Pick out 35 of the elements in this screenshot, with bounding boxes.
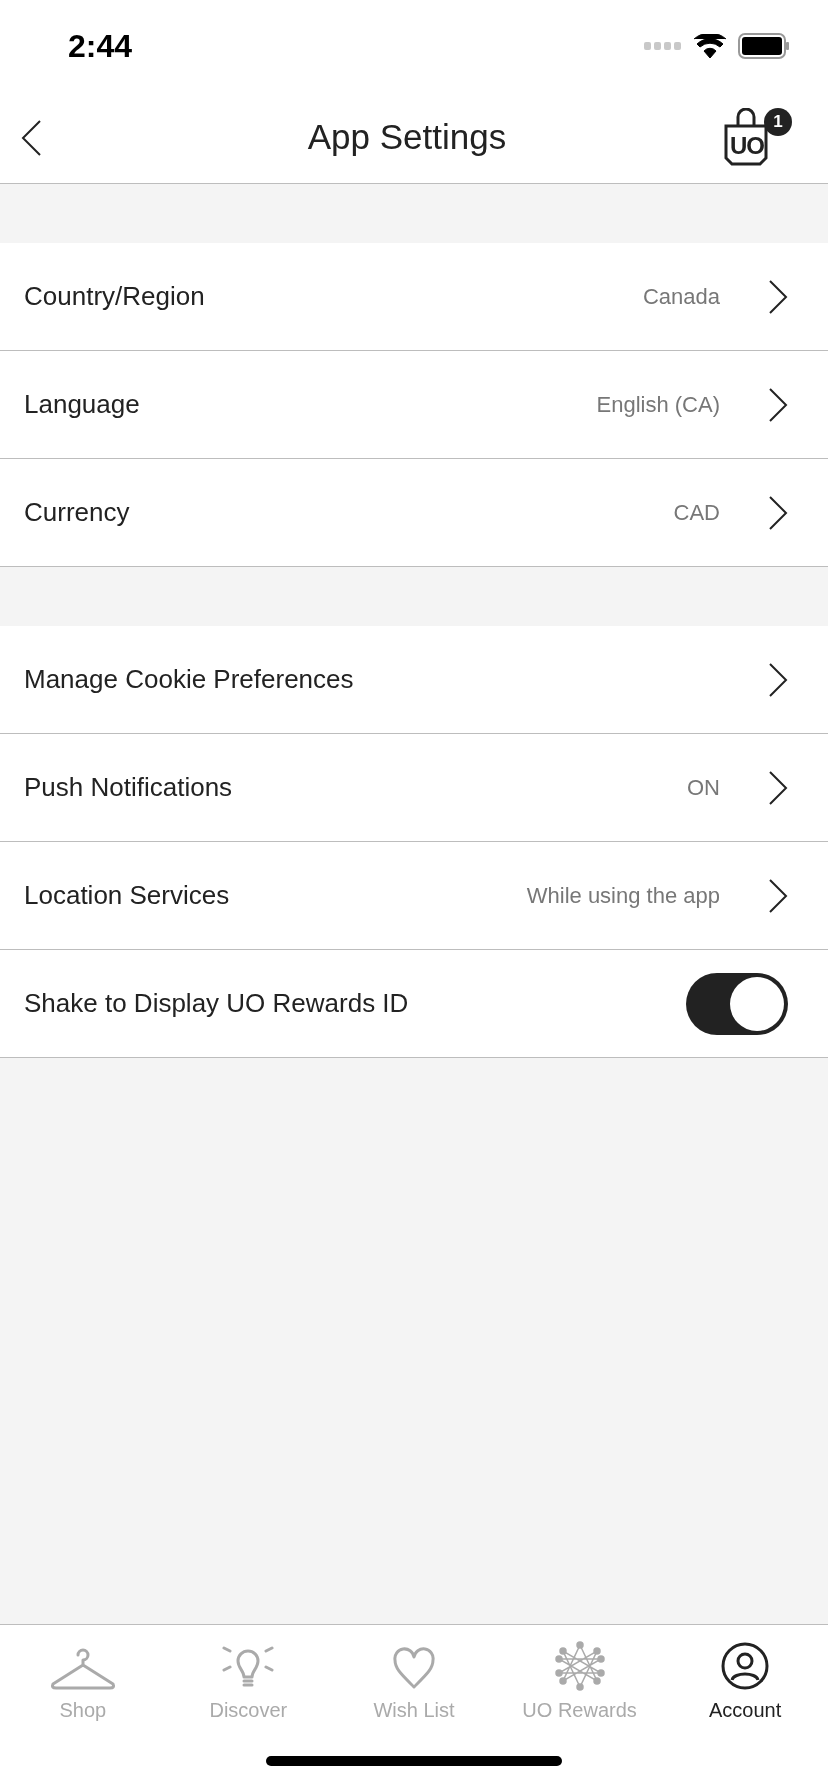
signal-icon	[644, 42, 682, 50]
status-time: 2:44	[68, 27, 133, 66]
row-label: Language	[24, 388, 141, 421]
wifi-icon	[694, 34, 726, 58]
hanger-icon	[49, 1647, 116, 1691]
row-value: ON	[687, 774, 720, 802]
heart-icon	[392, 1647, 436, 1691]
settings-row[interactable]: Language English (CA)	[0, 351, 828, 459]
settings-row[interactable]: Manage Cookie Preferences	[0, 626, 828, 734]
row-label: Location Services	[24, 879, 231, 912]
row-label: Country/Region	[24, 280, 206, 313]
row-label: Currency	[24, 496, 131, 529]
settings-row[interactable]: Country/Region Canada	[0, 243, 828, 351]
row-value: English (CA)	[596, 391, 720, 419]
chevron-right-icon	[768, 661, 788, 698]
row-value: While using the app	[526, 882, 720, 910]
row-label: Push Notifications	[24, 771, 234, 804]
starburst-icon	[554, 1641, 605, 1691]
settings-row[interactable]: Location Services While using the app	[0, 842, 828, 950]
chevron-right-icon	[768, 386, 788, 423]
tab-bar-item[interactable]: Account	[662, 1625, 828, 1729]
row-value: CAD	[673, 499, 720, 527]
settings-row[interactable]: Currency CAD	[0, 459, 828, 567]
cart-count-badge: 1	[764, 107, 792, 136]
page-title: App Settings	[307, 116, 507, 159]
account-icon	[720, 1641, 771, 1691]
chevron-right-icon	[768, 877, 788, 914]
row-label: Shake to Display UO Rewards ID	[24, 987, 410, 1020]
chevron-right-icon	[768, 494, 788, 531]
chevron-right-icon	[768, 769, 788, 806]
row-label: Manage Cookie Preferences	[24, 663, 355, 696]
chevron-right-icon	[768, 278, 788, 315]
settings-row[interactable]: Push Notifications ON	[0, 734, 828, 842]
row-value: Canada	[642, 283, 720, 311]
battery-icon	[738, 33, 790, 59]
